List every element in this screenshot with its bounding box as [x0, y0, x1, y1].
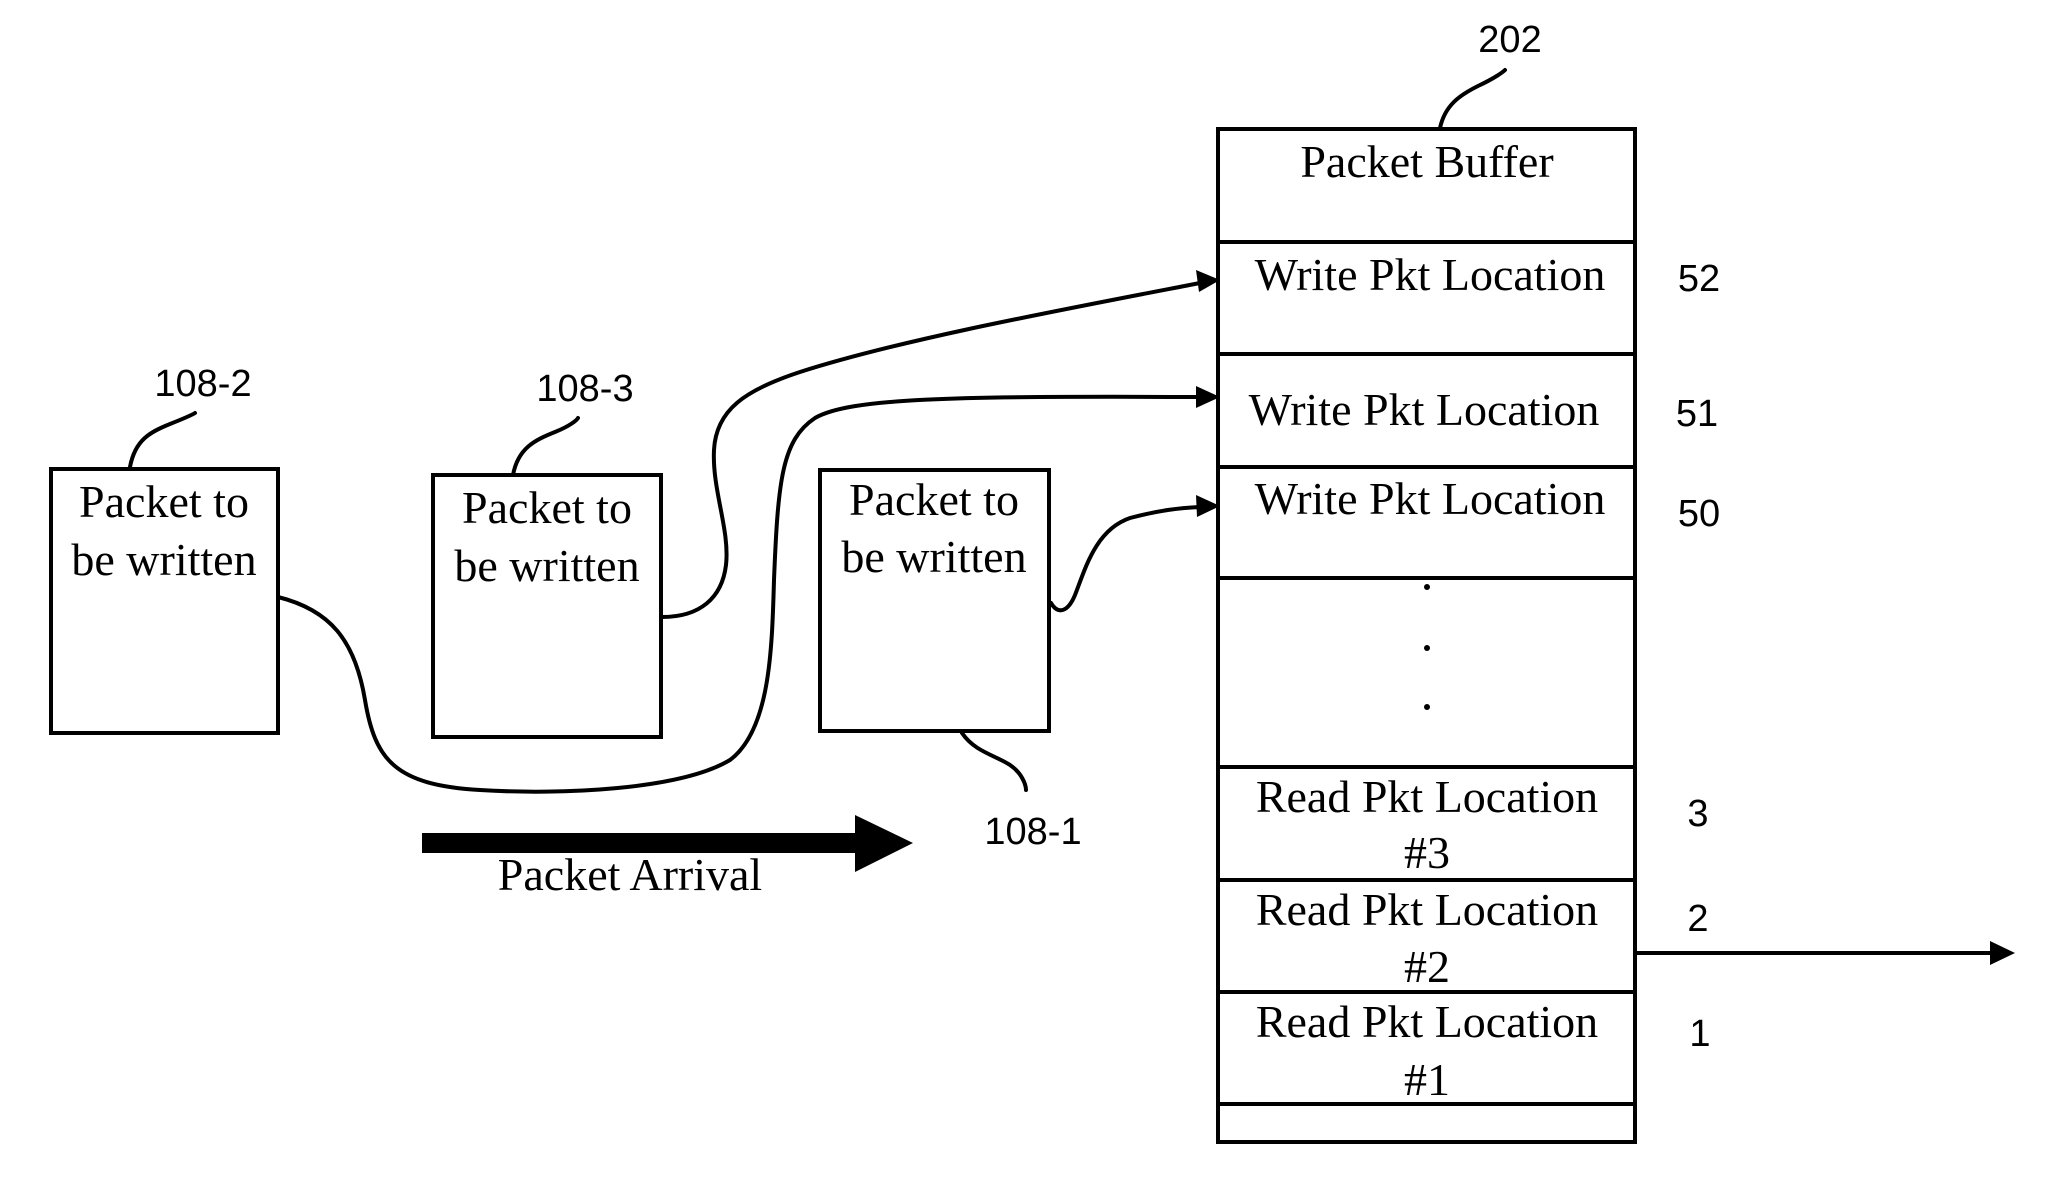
row-label: Write Pkt Location — [1255, 249, 1606, 300]
ellipsis-dot — [1424, 584, 1430, 590]
packet-text-108-3-line1: Packet to — [462, 482, 632, 533]
packet-108-3: 108-3 Packet to be written — [431, 368, 663, 739]
row-number: 50 — [1678, 493, 1720, 535]
packet-buffer-diagram: 108-2 Packet to be written 108-3 Packet … — [49, 19, 2015, 1144]
output-arrowhead-icon — [1990, 941, 2015, 965]
ellipsis-dot — [1424, 645, 1430, 651]
ref-label-202: 202 — [1478, 19, 1541, 61]
ref-label-108-1: 108-1 — [984, 811, 1081, 853]
row-label-number: #3 — [1404, 827, 1450, 878]
row-label-number: #1 — [1404, 1054, 1450, 1105]
leader-108-1 — [960, 731, 1028, 792]
row-label: Write Pkt Location — [1255, 473, 1606, 524]
row-label: Read Pkt Location — [1256, 884, 1598, 935]
row-label: Read Pkt Location — [1256, 996, 1598, 1047]
packet-text-108-1-line1: Packet to — [849, 474, 1019, 525]
leader-202 — [1438, 68, 1507, 130]
arrival-arrowhead-icon — [855, 815, 913, 872]
connector-108-2-to-51 — [276, 394, 1202, 794]
row-number: 3 — [1687, 793, 1708, 835]
leader-108-3 — [511, 416, 580, 477]
buffer-row-51: Write Pkt Location 51 — [1249, 384, 1719, 435]
packet-text-108-2-line2: be written — [71, 534, 256, 585]
ref-label-108-3: 108-3 — [536, 368, 633, 410]
packet-text-108-2-line1: Packet to — [79, 476, 249, 527]
row-number: 2 — [1687, 898, 1708, 940]
packet-arrival-arrow: Packet Arrival — [422, 815, 913, 900]
ellipsis-dot — [1424, 704, 1430, 710]
leader-108-2 — [128, 411, 197, 469]
ref-label-108-2: 108-2 — [154, 363, 251, 405]
buffer-title: Packet Buffer — [1300, 136, 1553, 187]
buffer-row-52: Write Pkt Location 52 — [1255, 249, 1721, 300]
row-number: 1 — [1689, 1013, 1710, 1055]
row-number: 52 — [1678, 258, 1720, 300]
row-label: Write Pkt Location — [1249, 384, 1600, 435]
arrival-label: Packet Arrival — [498, 849, 762, 900]
row-label: Read Pkt Location — [1256, 771, 1598, 822]
packet-108-2: 108-2 Packet to be written — [49, 363, 280, 735]
packet-108-1: Packet to be written 108-1 — [818, 468, 1082, 853]
packet-text-108-1-line2: be written — [841, 531, 1026, 582]
packet-text-108-3-line2: be written — [454, 540, 639, 591]
row-label-number: #2 — [1404, 941, 1450, 992]
packet-buffer: 202 Packet Buffer Write Pkt Location 52 … — [1216, 19, 2015, 1144]
connector-108-1-to-50 — [1049, 505, 1202, 613]
row-number: 51 — [1676, 393, 1718, 435]
